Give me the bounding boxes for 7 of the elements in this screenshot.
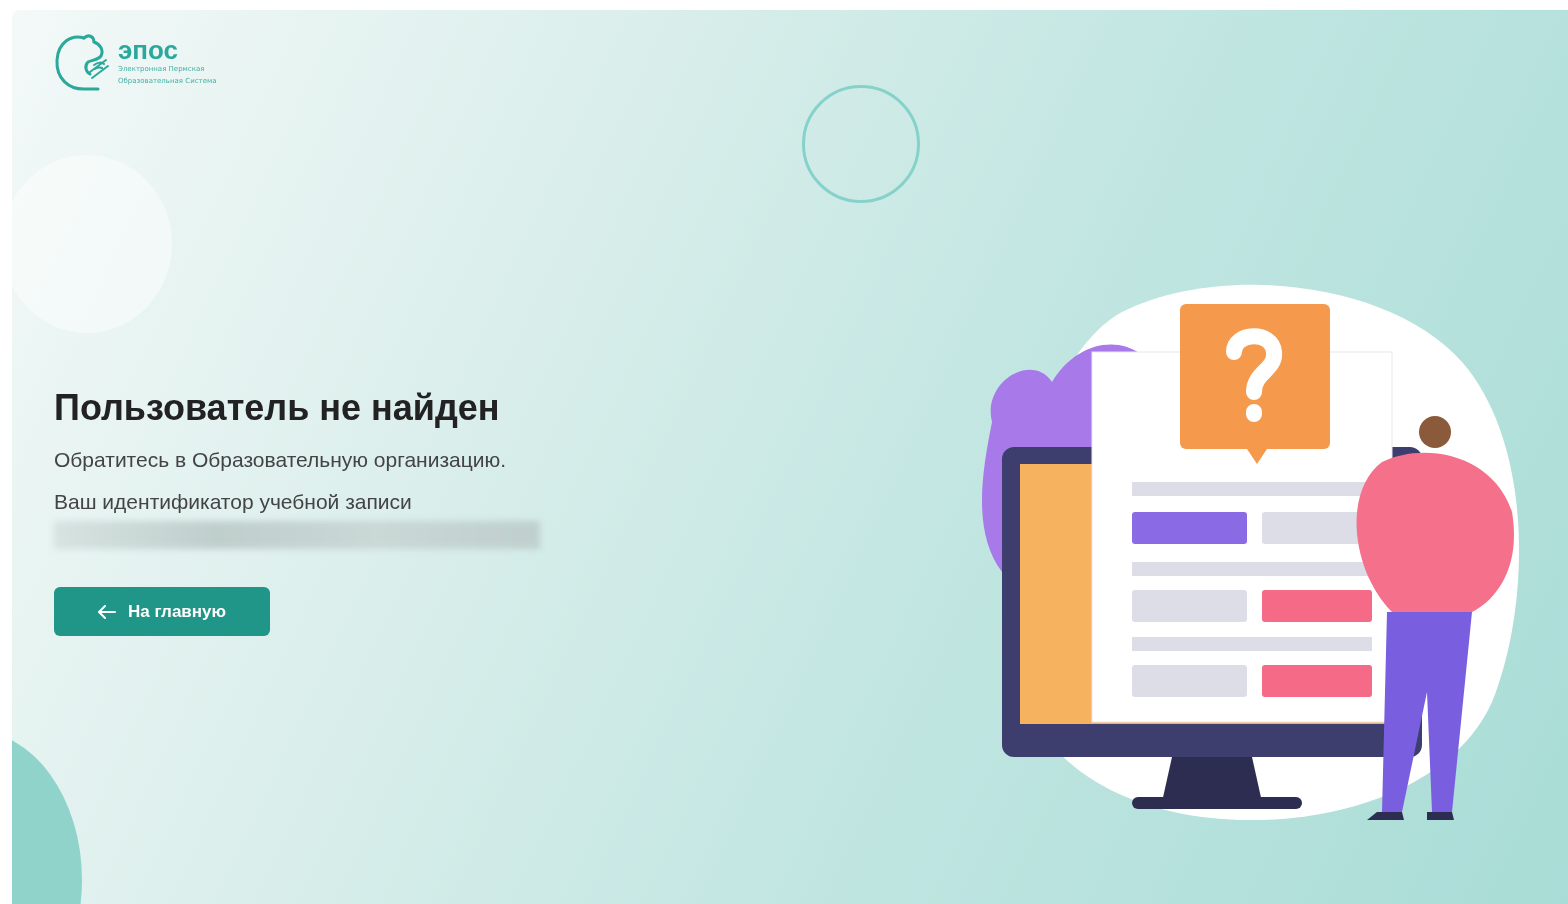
home-button[interactable]: На главную [54,587,270,636]
page-heading: Пользователь не найден [54,387,501,429]
id-label: Ваш идентификатор учебной записи [54,489,413,515]
arrow-left-icon [97,604,116,619]
logo-name: эпос [118,37,180,63]
bear-head-icon [54,32,110,92]
message-text: Обратитесь в Образовательную организацию. [54,447,508,473]
